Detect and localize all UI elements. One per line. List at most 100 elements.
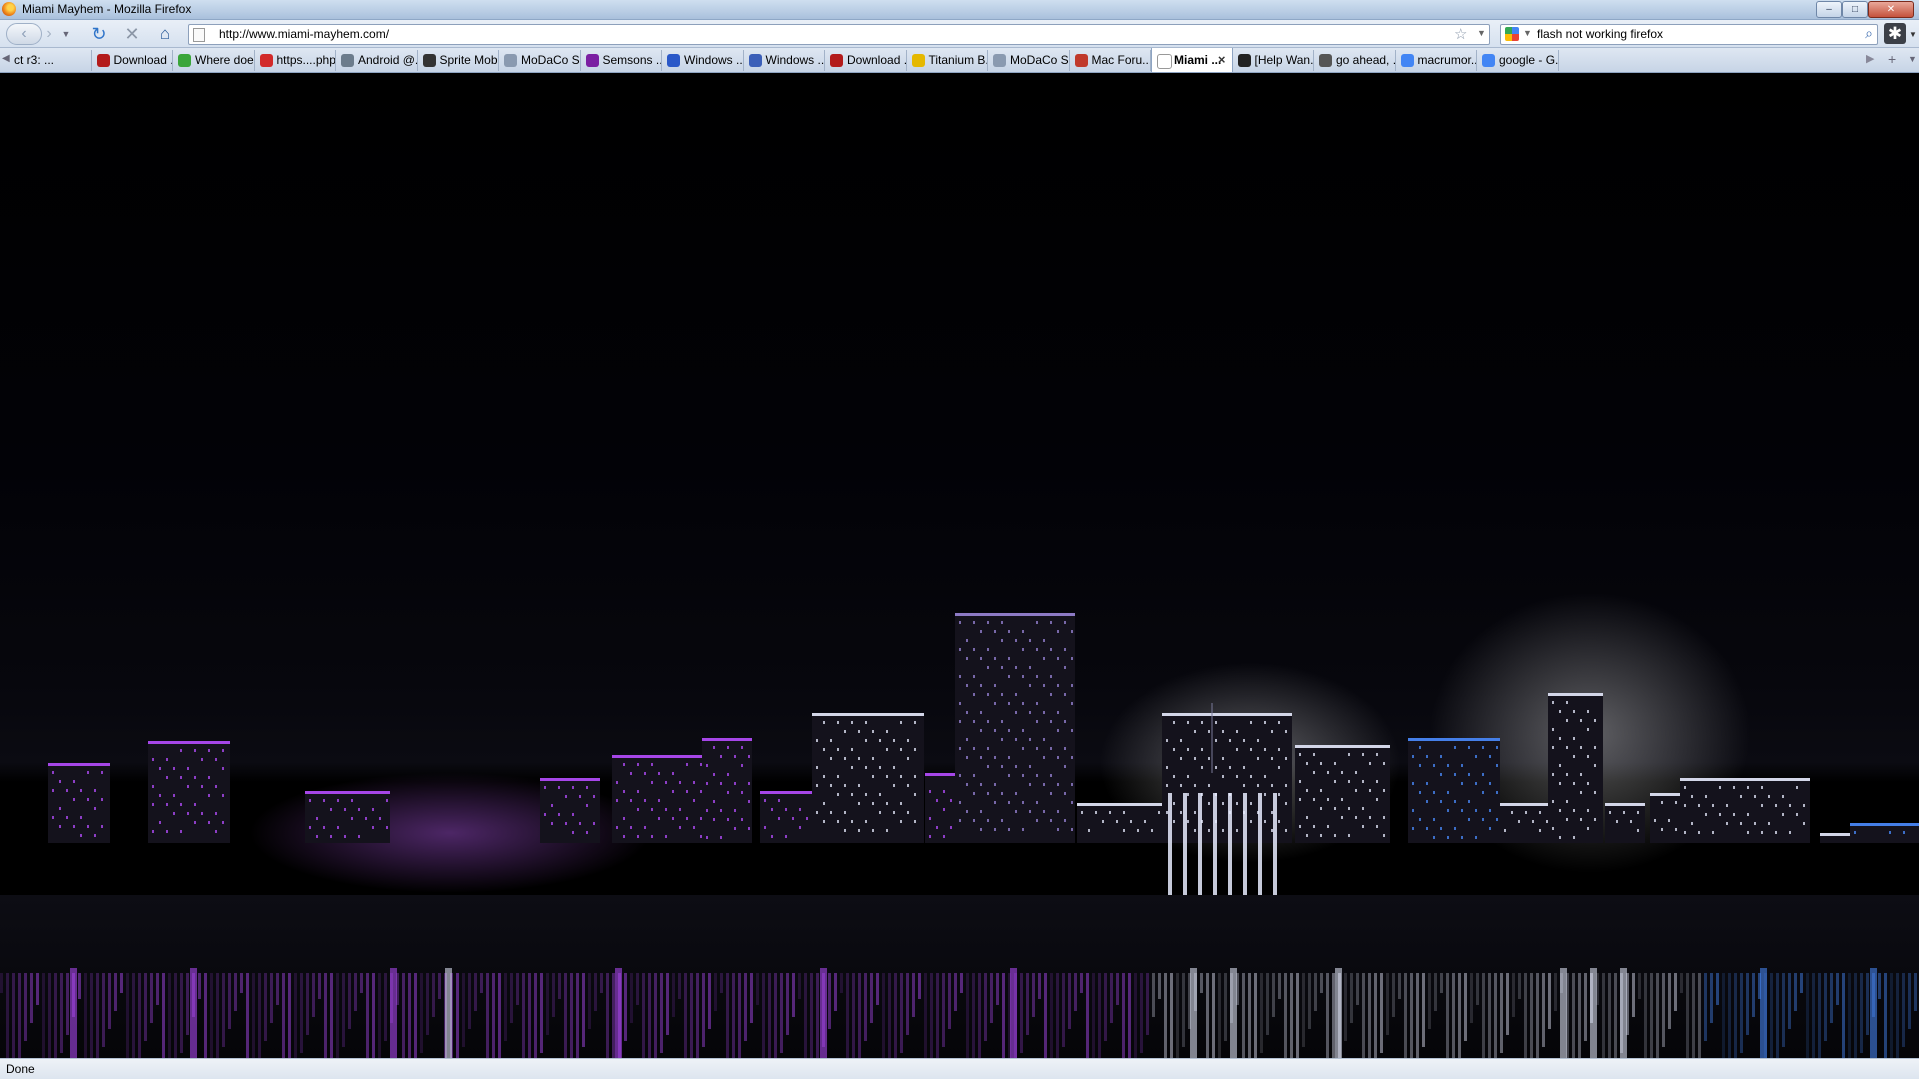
building-window [593,795,595,798]
building [48,763,110,843]
google-engine-icon[interactable] [1505,27,1519,41]
building-window [1173,748,1175,751]
building-window [1064,666,1066,669]
back-button[interactable]: ‹ [6,23,42,45]
building-window [879,811,881,814]
building-window [1796,813,1798,816]
history-dropdown-icon[interactable]: ▼ [60,24,72,44]
water-reflection [1434,973,1437,1011]
building-roof-light [48,763,110,766]
bookmark-star-icon[interactable]: ☆ [1454,25,1467,43]
building-window [1768,795,1770,798]
forward-button[interactable]: › [38,24,60,44]
building-window [52,816,54,819]
tab[interactable]: go ahead, ... [1314,50,1396,71]
close-tab-icon[interactable]: × [1218,48,1226,72]
building-window [201,812,203,815]
building-window [837,793,839,796]
water-reflection [1446,973,1449,1058]
water-reflection [816,973,819,1058]
water-reflection [60,973,63,1053]
building-window [1008,801,1010,804]
tab[interactable]: Where doe... [173,50,255,71]
address-input[interactable]: http://www.miami-mayhem.com/ [219,27,389,41]
addon-puzzle-icon[interactable]: ✱ [1884,23,1906,44]
building-window [1691,795,1693,798]
building [702,738,752,843]
tab[interactable]: macrumor... [1396,50,1477,71]
tab-label: https....php [276,53,336,67]
tab[interactable]: Titanium B... [907,50,988,71]
tab[interactable]: Windows ... [744,50,825,71]
building-window [994,630,996,633]
water-reflection [1896,973,1899,1058]
building-window [1222,757,1224,760]
tab[interactable]: Download ... [92,50,173,71]
reload-button[interactable]: ↻ [88,24,110,44]
tab[interactable]: MoDaCo S... [499,50,581,71]
address-bar[interactable]: http://www.miami-mayhem.com/ ☆ ▼ [188,24,1490,45]
tab[interactable]: Semsons ... [581,50,662,71]
maximize-button[interactable]: □ [1842,1,1868,18]
water-reflection [882,973,885,1058]
search-icon[interactable]: ⌕ [1865,25,1873,42]
stop-button[interactable]: ✕ [121,24,143,44]
tab-scroll-left-icon[interactable]: ◀ [2,53,10,64]
tab[interactable]: Sprite Mob... [418,50,499,71]
building-window [586,786,588,789]
tab[interactable]: https....php [255,50,336,71]
water-reflection [1146,973,1149,1035]
url-dropdown-icon[interactable]: ▼ [1477,28,1486,38]
water-reflection [1392,973,1395,1017]
tab[interactable]: ct r3: ... [10,50,92,71]
building-window [159,767,161,770]
building-window [1747,831,1749,834]
building-window [764,799,766,802]
building-window [1278,766,1280,769]
water-reflection [912,973,915,1017]
building-window [1573,710,1575,713]
building-window [1412,782,1414,785]
building-window [1468,800,1470,803]
building-window [1022,828,1024,831]
home-button[interactable]: ⌂ [154,24,176,44]
building-window [87,825,89,828]
building-window [1278,721,1280,724]
water-reflection [36,973,39,1005]
tab[interactable]: google - G... [1477,50,1559,71]
engine-dropdown-icon[interactable]: ▼ [1523,28,1532,38]
tab[interactable]: Mac Foru... [1070,50,1151,71]
building-window [1215,766,1217,769]
tab[interactable]: Windows ... [662,50,744,71]
building-window [1057,828,1059,831]
building-window [579,822,581,825]
water-reflection [1074,973,1077,1011]
building-window [1064,765,1066,768]
building-window [658,817,660,820]
building-window [623,790,625,793]
water-reflection [780,973,783,1053]
tab-list-dropdown-icon[interactable]: ▼ [1908,54,1917,64]
addon-dropdown-icon[interactable]: ▼ [1909,30,1917,39]
building-window [1782,795,1784,798]
search-bar[interactable]: ▼ flash not working firefox ⌕ [1500,24,1878,45]
tab[interactable]: Miami ... × [1151,48,1233,72]
new-tab-button[interactable]: + [1888,51,1896,67]
tab[interactable]: [Help Wan... [1233,50,1314,71]
building-window [1123,829,1125,832]
building-window [844,811,846,814]
water-reflection [306,973,309,1035]
building-window [929,790,931,793]
water-reflection [1092,973,1095,1058]
building-window [1088,829,1090,832]
minimize-button[interactable]: – [1816,1,1842,18]
tab[interactable]: Android @... [336,50,418,71]
search-input[interactable]: flash not working firefox [1537,27,1663,41]
tab-label: Windows ... [765,53,825,67]
water-reflection [318,973,321,999]
close-window-button[interactable]: ✕ [1868,1,1914,18]
building-window [1468,818,1470,821]
tab-scroll-right-icon[interactable]: ▶ [1866,52,1874,65]
tab[interactable]: MoDaCo S... [988,50,1070,71]
tab[interactable]: Download ... [825,50,907,71]
